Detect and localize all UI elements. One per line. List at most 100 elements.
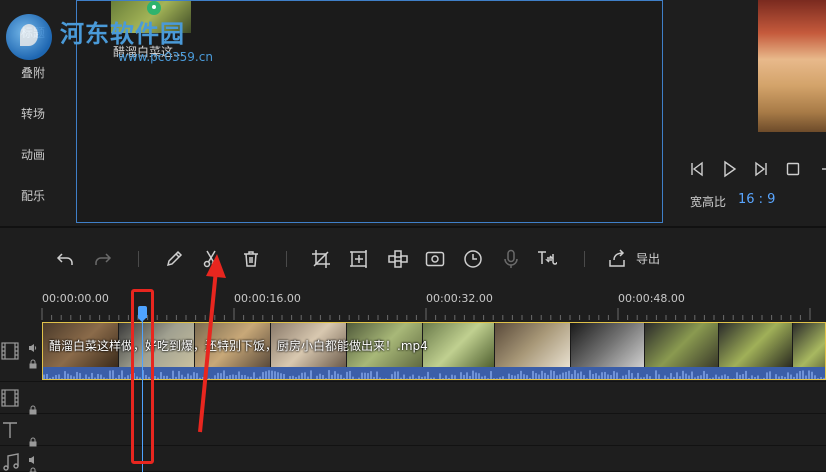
waveform-bar [94,377,96,379]
music-note-icon [0,452,22,472]
film-icon [0,340,22,362]
duration-icon[interactable] [462,248,484,270]
sidebar-item-music[interactable]: 配乐 [0,187,66,204]
waveform-bar [763,377,765,379]
waveform-bar [559,374,561,379]
waveform-bar [544,372,546,379]
waveform-bar [514,375,516,379]
text-speech-icon[interactable] [536,248,558,270]
export-button[interactable]: 导出 [636,250,660,267]
trash-icon[interactable] [240,248,262,270]
waveform-bar [808,370,810,379]
waveform-bar [814,375,816,379]
waveform-bar [793,376,795,379]
waveform-bar [568,370,570,379]
lock-icon[interactable] [28,400,38,415]
aspect-ratio-value[interactable]: 16 : 9 [738,192,775,207]
waveform-bar [241,374,243,379]
waveform-bar [787,372,789,379]
waveform-bar [580,371,582,379]
waveform-bar [799,371,801,379]
edit-icon[interactable] [163,248,185,270]
panel-divider[interactable] [0,226,826,228]
waveform-bar [601,372,603,379]
lock-icon[interactable] [28,354,38,369]
waveform-bar [439,373,441,379]
waveform-bar [262,372,264,379]
volume-icon[interactable] [28,450,38,464]
stop-icon[interactable] [784,160,802,178]
waveform-bar [43,374,45,379]
waveform-bar [721,375,723,379]
waveform-bar [361,372,363,379]
waveform-bar [649,376,651,379]
waveform-bar [97,373,99,379]
waveform-bar [343,377,345,379]
overlay-track [0,382,826,415]
media-thumbnail[interactable] [111,1,191,33]
play-badge-icon [147,1,161,15]
crop-icon[interactable] [310,248,332,270]
waveform-bar [595,373,597,379]
mosaic-icon[interactable] [387,248,409,270]
waveform-bar [82,378,84,379]
waveform-bar [394,371,396,379]
waveform-bar [478,373,480,379]
step-back-icon[interactable] [688,160,706,178]
waveform-bar [61,378,63,379]
sidebar-item-transition[interactable]: 转场 [0,105,66,122]
waveform-bar [571,374,573,379]
zoom-icon[interactable] [348,248,370,270]
video-clip[interactable]: 醋溜白菜这样做，好吃到爆，还特别下饭，厨房小白都能做出来！.mp4 [42,322,826,380]
waveform-bar [532,370,534,379]
export-icon[interactable] [606,248,628,270]
volume-icon[interactable] [28,338,38,352]
waveform-bar [418,375,420,379]
redo-icon[interactable] [92,248,114,270]
waveform-bar [457,378,459,379]
waveform-bar [499,377,501,379]
volume-slider-icon[interactable] [816,160,826,178]
waveform-bar [805,375,807,379]
video-track: 醋溜白菜这样做，好吃到爆，还特别下饭，厨房小白都能做出来！.mp4 [0,320,826,382]
mic-icon[interactable] [500,248,522,270]
waveform-bar [310,370,312,379]
waveform-bar [712,377,714,379]
waveform-bar [235,375,237,379]
record-icon[interactable] [424,248,446,270]
lock-icon[interactable] [28,432,38,447]
waveform-bar [541,370,543,379]
waveform-bar [430,377,432,379]
sidebar-item-overlay[interactable]: 叠附 [0,64,66,81]
sidebar-item-animation[interactable]: 动画 [0,146,66,163]
waveform-bar [376,371,378,379]
undo-icon[interactable] [54,248,76,270]
waveform-bar [613,371,615,379]
step-forward-icon[interactable] [752,160,770,178]
waveform-bar [577,373,579,379]
editing-toolbar: 导出 [0,238,826,278]
waveform-bar [403,374,405,379]
waveform-bar [385,378,387,379]
waveform-bar [118,375,120,379]
clip-frame [423,323,495,367]
waveform-bar [538,374,540,379]
waveform-bar [472,370,474,379]
waveform-bar [487,378,489,379]
waveform-bar [154,376,156,379]
sidebar-item-title[interactable]: 标题 [0,24,66,41]
waveform-bar [187,373,189,379]
waveform-bar [277,372,279,379]
waveform-bar [349,370,351,379]
waveform-bar [298,375,300,379]
waveform-bar [466,372,468,379]
lock-icon[interactable] [28,462,38,472]
waveform-bar [637,372,639,379]
clip-frame [793,323,825,367]
waveform-bar [109,370,111,379]
preview-video-frame [758,0,826,132]
waveform-bar [268,370,270,379]
waveform-bar [163,375,165,379]
play-icon[interactable] [720,160,738,178]
timeline-ruler[interactable]: 00:00:00.00 00:00:16.00 00:00:32.00 00:0… [0,286,826,320]
